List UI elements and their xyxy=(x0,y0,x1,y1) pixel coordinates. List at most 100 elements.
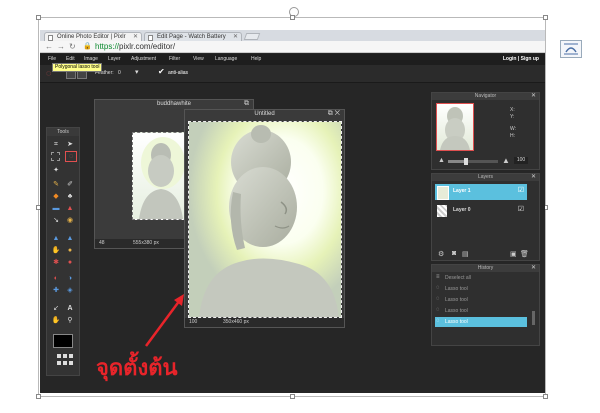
spot-heal-icon[interactable]: ◐ xyxy=(51,274,61,283)
dodge-icon[interactable]: ● xyxy=(65,246,75,255)
scrollbar[interactable] xyxy=(532,311,535,325)
layer-mask-icon[interactable]: ◙ xyxy=(452,250,456,257)
menu-help[interactable]: Help xyxy=(251,56,261,62)
menu-file[interactable]: File xyxy=(48,56,56,62)
resize-handle-bottom-right[interactable] xyxy=(543,394,548,399)
tab-edit-page[interactable]: Edit Page - Watch Battery ✕ xyxy=(144,32,242,41)
layer-row-1[interactable]: Layer 1 ☑ xyxy=(435,184,527,200)
lasso-icon: ◌ xyxy=(436,296,440,302)
close-icon[interactable]: ✕ xyxy=(233,33,238,41)
resize-handle-top[interactable] xyxy=(290,15,295,20)
move-icon[interactable]: ➤ xyxy=(65,140,75,149)
menu-filter[interactable]: Filter xyxy=(169,56,180,62)
layers-panel: Layers ✕ Layer 1 ☑ Layer 0 ☑ ⚙ ◙ ▤ ▣ 🗑 xyxy=(431,173,540,261)
zoom-in-icon[interactable]: ▲ xyxy=(502,156,510,165)
chevron-down-icon[interactable]: ▾ xyxy=(135,68,139,76)
close-icon[interactable]: ✕ xyxy=(531,265,536,272)
antialias-checkbox[interactable]: ✔ xyxy=(158,67,165,76)
wand-icon[interactable]: ✦ xyxy=(51,166,61,175)
document-window-untitled[interactable]: Untitled ⧉ ✕ 100 350x460 px xyxy=(184,109,345,328)
reload-icon[interactable]: ↻ xyxy=(69,42,76,51)
burn-icon[interactable]: ✱ xyxy=(51,258,61,267)
menu-bar: File Edit Image Layer Adjustment Filter … xyxy=(40,54,545,65)
menu-view[interactable]: View xyxy=(193,56,204,62)
tab-pixlr[interactable]: Online Photo Editor | Pixlr ✕ xyxy=(44,32,142,41)
login-link[interactable]: Login | Sign up xyxy=(503,56,539,62)
bloat-icon[interactable]: ◑ xyxy=(65,274,75,283)
zoom-field[interactable]: 100 xyxy=(514,157,528,164)
tab-label: Online Photo Editor | Pixlr xyxy=(57,34,126,40)
zoom-icon[interactable]: ⚲ xyxy=(65,316,75,325)
resize-handle-bottom[interactable] xyxy=(290,394,295,399)
close-icon[interactable]: ✕ xyxy=(531,174,536,181)
brush-icon[interactable]: ✐ xyxy=(65,180,75,189)
menu-adjustment[interactable]: Adjustment xyxy=(131,56,156,62)
history-item[interactable]: Lasso tool xyxy=(435,295,527,305)
tab-label: Edit Page - Watch Battery xyxy=(157,34,226,40)
marquee-icon[interactable] xyxy=(51,152,60,161)
pinch-icon[interactable]: ✚ xyxy=(51,286,61,295)
zoom-slider[interactable] xyxy=(448,158,498,165)
lasso-icon: ◌ xyxy=(436,307,440,313)
url-field[interactable]: https://pixlr.com/editor/ xyxy=(95,42,175,51)
forward-icon[interactable]: → xyxy=(57,42,65,51)
close-icon[interactable]: ✕ xyxy=(531,93,536,100)
canvas-image[interactable] xyxy=(188,121,342,318)
history-item[interactable]: Lasso tool xyxy=(435,306,527,316)
menu-layer[interactable]: Layer xyxy=(108,56,121,62)
resize-handle-bottom-left[interactable] xyxy=(36,394,41,399)
w-label: W: xyxy=(510,126,517,132)
bucket-icon[interactable]: ♣ xyxy=(65,192,75,201)
zoom-value[interactable]: 48 xyxy=(99,239,105,248)
pencil-icon[interactable]: ✎ xyxy=(51,180,61,189)
zoom-value[interactable]: 100 xyxy=(189,318,197,327)
eyedropper-icon[interactable]: ↙ xyxy=(51,304,61,313)
new-layer-icon[interactable]: ▣ xyxy=(510,250,517,258)
text-icon[interactable]: A xyxy=(65,304,75,313)
smudge-icon[interactable]: ✋ xyxy=(51,246,61,255)
crop-icon[interactable]: ⌗ xyxy=(51,140,61,149)
maximize-icon[interactable]: ⧉ xyxy=(244,100,249,108)
new-tab-button[interactable] xyxy=(243,33,261,40)
annotation-text: จุดตั้งต้น xyxy=(96,356,178,381)
menu-language[interactable]: Language xyxy=(215,56,237,62)
layers-title: Layers xyxy=(432,174,539,181)
window-controls-icon[interactable]: ⧉ ✕ xyxy=(328,110,340,118)
delete-layer-icon[interactable]: 🗑 xyxy=(520,250,529,258)
gradient-icon[interactable]: ▬ xyxy=(51,204,61,213)
history-item[interactable]: Deselect all xyxy=(435,273,527,283)
layer-style-icon[interactable]: ▤ xyxy=(462,250,469,258)
colorpicker-icon[interactable]: ↘ xyxy=(51,216,61,225)
history-item-active[interactable]: Lasso tool xyxy=(435,317,527,327)
visibility-checkbox[interactable]: ☑ xyxy=(518,205,524,213)
url-scheme: https:// xyxy=(95,42,120,51)
blur-icon[interactable]: ▲ xyxy=(51,234,61,243)
feather-value[interactable]: 0 xyxy=(118,70,121,76)
zoom-out-icon[interactable]: ▲ xyxy=(438,157,445,164)
back-icon[interactable]: ← xyxy=(45,42,53,51)
drawing-icon[interactable]: ◈ xyxy=(65,286,75,295)
layer-row-0[interactable]: Layer 0 ☑ xyxy=(435,203,527,219)
visibility-checkbox[interactable]: ☑ xyxy=(518,186,524,194)
foreground-color-swatch[interactable] xyxy=(53,334,73,348)
sharpen-icon[interactable]: ▲ xyxy=(65,234,75,243)
lasso-icon[interactable]: ◌ xyxy=(65,151,77,162)
close-icon[interactable]: ✕ xyxy=(133,33,138,41)
eraser-icon[interactable]: ◆ xyxy=(51,192,61,201)
grid-icon[interactable] xyxy=(57,354,73,366)
menu-image[interactable]: Image xyxy=(84,56,98,62)
resize-handle-top-right[interactable] xyxy=(543,15,548,20)
url-path: pixlr.com/editor/ xyxy=(119,42,176,51)
menu-edit[interactable]: Edit xyxy=(66,56,75,62)
browser-window: Online Photo Editor | Pixlr ✕ Edit Page … xyxy=(40,30,545,393)
history-item[interactable]: Lasso tool xyxy=(435,284,527,294)
redeye-icon[interactable]: ● xyxy=(65,258,75,267)
layout-options-icon[interactable] xyxy=(560,40,582,58)
stamp-icon[interactable]: ▲ xyxy=(65,204,75,213)
resize-handle-top-left[interactable] xyxy=(36,15,41,20)
navigator-preview[interactable] xyxy=(436,103,474,151)
zoom-slider-thumb[interactable] xyxy=(464,158,468,165)
sponge-icon[interactable]: ◉ xyxy=(65,216,75,225)
hand-icon[interactable]: ✋ xyxy=(51,316,61,325)
layer-settings-icon[interactable]: ⚙ xyxy=(438,250,444,258)
